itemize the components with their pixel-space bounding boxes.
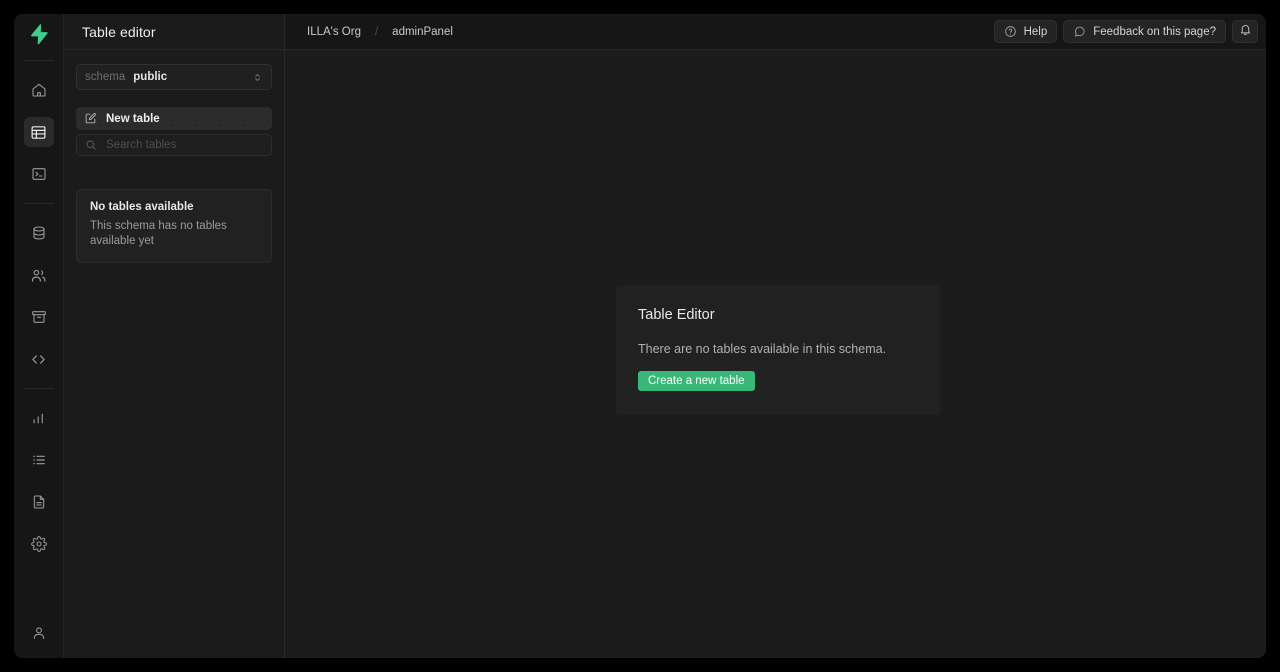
create-new-table-button[interactable]: Create a new table — [638, 371, 755, 391]
rail-item-edge-functions[interactable] — [24, 344, 54, 374]
rail-item-home[interactable] — [24, 75, 54, 105]
feedback-button-label: Feedback on this page? — [1093, 25, 1216, 38]
rail-item-sql-editor[interactable] — [24, 159, 54, 189]
schema-selector-label: schema — [85, 71, 126, 83]
no-tables-card-title: No tables available — [90, 201, 194, 213]
top-bar: ILLA's Org / adminPanel Help Feedback on… — [285, 14, 1266, 50]
rail-item-authentication[interactable] — [24, 260, 54, 290]
home-icon — [31, 83, 46, 97]
rail-divider-top — [23, 60, 54, 61]
top-bar-actions: Help Feedback on this page? — [993, 20, 1258, 43]
breadcrumb-org[interactable]: ILLA's Org — [301, 23, 367, 41]
schema-selector-value: public — [133, 71, 168, 83]
question-circle-icon — [1004, 25, 1017, 38]
search-tables-input[interactable] — [106, 139, 263, 151]
rail-group-primary — [23, 69, 54, 195]
breadcrumb: ILLA's Org / adminPanel — [301, 23, 459, 41]
search-icon — [85, 139, 97, 151]
breadcrumb-project[interactable]: adminPanel — [386, 23, 459, 41]
no-tables-card: No tables available This schema has no t… — [76, 189, 272, 263]
bar-chart-icon — [33, 413, 43, 423]
editor-canvas: Table Editor There are no tables availab… — [285, 50, 1266, 658]
rail-item-reports[interactable] — [24, 403, 54, 433]
notifications-button[interactable] — [1232, 20, 1258, 43]
rail-item-database[interactable] — [24, 218, 54, 248]
new-table-icon — [84, 112, 97, 125]
rail-item-api-docs[interactable] — [24, 487, 54, 517]
rail-item-logs[interactable] — [24, 445, 54, 475]
chat-bubble-icon — [1073, 25, 1086, 38]
schema-selector[interactable]: schema public — [76, 64, 272, 90]
rail-group-services — [24, 212, 54, 380]
table-editor-empty-state-card: Table Editor There are no tables availab… — [616, 285, 940, 415]
users-icon — [31, 269, 46, 282]
rail-item-account[interactable] — [24, 618, 54, 648]
rail-group-tools — [24, 397, 54, 565]
main-content-column: ILLA's Org / adminPanel Help Feedback on… — [285, 14, 1266, 658]
feedback-button[interactable]: Feedback on this page? — [1063, 20, 1226, 43]
no-tables-card-description: This schema has no tables available yet — [90, 220, 227, 247]
rail-divider-mid — [23, 203, 54, 204]
database-icon — [32, 226, 45, 240]
new-table-button-label: New table — [106, 112, 160, 125]
app-logo[interactable] — [14, 16, 64, 52]
help-button[interactable]: Help — [993, 20, 1058, 43]
list-icon — [32, 455, 45, 465]
app-window: Table editor schema public New table Sea… — [14, 14, 1266, 658]
rail-item-settings[interactable] — [24, 529, 54, 559]
gear-icon — [30, 536, 47, 552]
document-icon — [33, 495, 44, 509]
rail-item-storage[interactable] — [24, 302, 54, 332]
editor-card-title: Table Editor — [638, 307, 715, 323]
rail-divider-lower — [23, 388, 54, 389]
sql-terminal-icon — [31, 168, 46, 180]
page-title: Table editor — [82, 23, 156, 40]
editor-card-description: There are no tables available in this sc… — [638, 342, 887, 356]
code-brackets-icon — [32, 354, 45, 364]
user-icon — [33, 627, 44, 639]
search-tables-box[interactable] — [76, 134, 272, 156]
rail-item-table-editor[interactable] — [23, 117, 54, 147]
breadcrumb-separator: / — [374, 25, 379, 38]
primary-nav-rail — [14, 14, 64, 658]
new-table-button[interactable]: New table — [76, 107, 272, 130]
lightning-bolt-logo-icon — [30, 24, 48, 45]
bell-icon — [1239, 23, 1252, 41]
table-editor-sidebar: Table editor schema public New table Sea… — [64, 14, 285, 658]
storage-box-icon — [31, 311, 46, 323]
chevron-up-down-icon — [252, 72, 263, 83]
help-button-label: Help — [1023, 25, 1048, 38]
sidebar-body: schema public New table Search tables No… — [64, 50, 284, 263]
table-icon — [31, 125, 46, 139]
sidebar-header: Table editor — [64, 14, 284, 50]
